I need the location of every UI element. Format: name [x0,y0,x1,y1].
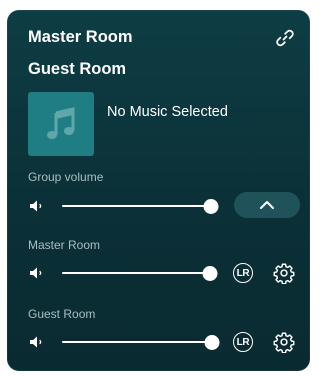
master-room-volume-slider[interactable] [62,266,218,281]
channel-lr-button[interactable]: LR [233,332,253,352]
gear-icon[interactable] [273,262,295,284]
collapse-button[interactable] [234,192,300,218]
slider-thumb[interactable] [203,199,219,214]
chevron-up-icon [260,201,274,209]
primary-room-title: Master Room [28,28,133,46]
music-note-icon [47,107,75,139]
slider-track [62,341,212,343]
speaker-group-panel: Master Room Guest Room No Music Selected… [7,10,310,371]
group-volume-label: Group volume [28,170,104,184]
speaker-icon [30,200,42,212]
speaker-icon [30,336,42,348]
secondary-room-title: Guest Room [28,60,127,78]
slider-track [62,272,210,274]
group-volume-slider[interactable] [62,199,219,214]
room-label-guest: Guest Room [28,307,96,321]
slider-thumb[interactable] [202,266,218,281]
link-icon[interactable] [273,26,297,50]
now-playing-text: No Music Selected [107,104,228,120]
speaker-icon [30,267,42,279]
album-art [28,92,94,156]
room-label-master: Master Room [28,238,101,252]
gear-icon[interactable] [273,331,295,353]
guest-room-volume-slider[interactable] [62,335,220,350]
slider-thumb[interactable] [204,335,220,350]
channel-lr-button[interactable]: LR [233,263,253,283]
slider-track [62,205,211,207]
